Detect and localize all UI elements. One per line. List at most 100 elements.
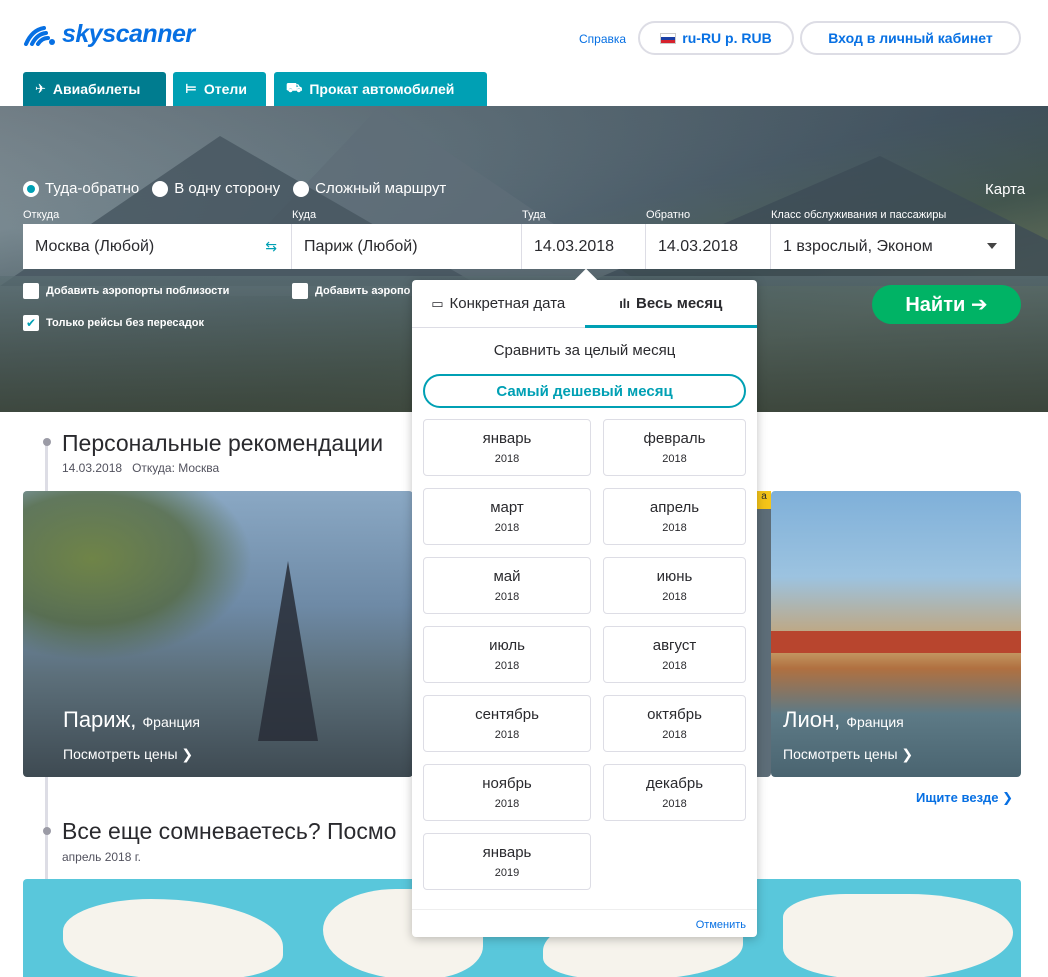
- card-city: Лион, Франция: [783, 707, 904, 733]
- month-year: 2018: [494, 591, 520, 603]
- search-everywhere-link[interactable]: Ищите везде ❯: [916, 790, 1013, 806]
- card-country: Франция: [142, 714, 200, 730]
- destination-card-lyon[interactable]: Лион, Франция Посмотреть цены ❯: [771, 491, 1021, 777]
- search-button[interactable]: Найти ➔: [872, 285, 1021, 324]
- direct-only-label: Только рейсы без пересадок: [46, 317, 204, 329]
- help-link[interactable]: Справка: [579, 32, 626, 46]
- month-name: ноябрь: [482, 775, 532, 792]
- tab-car-rental[interactable]: ⛟ Прокат автомобилей: [274, 72, 487, 106]
- month-button[interactable]: август 2018: [603, 626, 746, 683]
- doubt-subtitle: апрель 2018 г.: [62, 850, 141, 864]
- month-name: июль: [489, 637, 525, 654]
- brand-name: skyscanner: [62, 20, 195, 48]
- radio-one-way-label: В одну сторону: [174, 180, 281, 197]
- cheapest-month-label: Самый дешевый месяц: [496, 382, 673, 400]
- month-year: 2018: [494, 453, 520, 465]
- month-year: 2018: [662, 729, 687, 741]
- nearby-to-checkbox[interactable]: Добавить аэропо: [292, 283, 410, 299]
- month-button[interactable]: июнь 2018: [603, 557, 746, 614]
- tab-whole-month-label: Весь месяц: [636, 295, 723, 312]
- tab-car-rental-label: Прокат автомобилей: [309, 81, 455, 97]
- view-prices-link[interactable]: Посмотреть цены ❯: [783, 746, 913, 763]
- month-button[interactable]: май 2018: [423, 557, 591, 614]
- month-button[interactable]: февраль 2018: [603, 419, 746, 476]
- compare-caption: Сравнить за целый месяц: [493, 342, 676, 359]
- direct-only-checkbox[interactable]: ✔ Только рейсы без пересадок: [23, 315, 204, 331]
- return-value: 14.03.2018: [658, 237, 739, 255]
- radio-round-trip[interactable]: Туда-обратно: [23, 180, 139, 197]
- nearby-from-checkbox[interactable]: Добавить аэропорты поблизости: [23, 283, 229, 299]
- radio-empty-icon: [293, 180, 310, 197]
- month-name: октябрь: [647, 706, 702, 723]
- month-name: июнь: [656, 568, 693, 585]
- month-year: 2018: [662, 798, 687, 810]
- month-grid: январь 2018 февраль 2018 март 2018 апрель 20…: [423, 419, 746, 890]
- radio-one-way[interactable]: В одну сторону: [152, 180, 280, 197]
- month-year: 2018: [494, 522, 520, 534]
- return-date-field[interactable]: 14.03.2018: [646, 224, 771, 269]
- month-button[interactable]: январь 2018: [423, 419, 591, 476]
- login-button[interactable]: Вход в личный кабинет: [800, 21, 1021, 55]
- tab-hotels[interactable]: ⊨ Отели: [173, 72, 266, 106]
- from-value: Москва (Любой): [35, 237, 155, 255]
- month-button[interactable]: октябрь 2018: [603, 695, 746, 752]
- month-button[interactable]: март 2018: [423, 488, 591, 545]
- recommendations-origin: Откуда: Москва: [132, 461, 220, 475]
- card-country: Франция: [846, 714, 904, 730]
- depart-label: Туда: [522, 209, 546, 221]
- russia-flag-icon: [660, 32, 677, 44]
- locale-button[interactable]: ru-RU р. RUB: [638, 21, 794, 55]
- cancel-button[interactable]: Отменить: [696, 919, 746, 931]
- timeline-dot: [43, 438, 51, 446]
- bed-icon: ⊨: [185, 81, 197, 96]
- tab-specific-date[interactable]: ▭ Конкретная дата: [412, 280, 585, 327]
- map-link[interactable]: Карта: [985, 181, 1025, 198]
- locale-label: ru-RU р. RUB: [682, 30, 772, 46]
- class-label: Класс обслуживания и пассажиры: [771, 209, 947, 221]
- logo[interactable]: skyscanner: [22, 20, 195, 49]
- month-name: январь: [482, 430, 532, 447]
- month-year: 2018: [494, 798, 520, 810]
- date-picker-panel: ▭ Конкретная дата ılı Весь месяц Сравнит…: [412, 280, 757, 937]
- card-city-name: Лион,: [783, 707, 841, 732]
- nearby-from-label: Добавить аэропорты поблизости: [46, 285, 230, 297]
- month-year: 2018: [662, 660, 687, 672]
- destination-card-paris[interactable]: Париж, Франция Посмотреть цены ❯: [23, 491, 413, 777]
- recommendations-subtitle: 14.03.2018 Откуда: Москва: [62, 461, 219, 475]
- depart-date-field[interactable]: 14.03.2018: [522, 224, 646, 269]
- to-field[interactable]: Париж (Любой): [292, 224, 522, 269]
- swap-icon[interactable]: ⇆: [265, 238, 277, 255]
- plane-icon: ✈: [35, 81, 46, 96]
- tab-flights[interactable]: ✈ Авиабилеты: [23, 72, 166, 106]
- month-button[interactable]: декабрь 2018: [603, 764, 746, 821]
- tab-hotels-label: Отели: [203, 81, 247, 97]
- month-button[interactable]: сентябрь 2018: [423, 695, 591, 752]
- from-label: Откуда: [23, 209, 60, 221]
- tab-whole-month[interactable]: ılı Весь месяц: [584, 280, 758, 328]
- cabin-class-select[interactable]: 1 взрослый, Эконом: [771, 224, 1015, 269]
- month-button[interactable]: январь 2019: [423, 833, 591, 890]
- header: skyscanner Справка ru-RU р. RUB Вход в л…: [0, 0, 1048, 70]
- to-label: Куда: [292, 209, 317, 221]
- radio-multi-city[interactable]: Сложный маршрут: [293, 180, 446, 197]
- cabin-class-value: 1 взрослый, Эконом: [783, 237, 933, 255]
- cheapest-month-button[interactable]: Самый дешевый месяц: [423, 374, 746, 408]
- radio-round-trip-label: Туда-обратно: [45, 180, 140, 197]
- month-button[interactable]: ноябрь 2018: [423, 764, 591, 821]
- recommendations-date: 14.03.2018: [62, 461, 123, 475]
- month-name: май: [493, 568, 521, 585]
- timeline-dot: [43, 827, 51, 835]
- bar-chart-icon: ılı: [619, 296, 631, 311]
- card-city-name: Париж,: [63, 707, 137, 732]
- month-button[interactable]: июль 2018: [423, 626, 591, 683]
- radio-multi-city-label: Сложный маршрут: [315, 180, 447, 197]
- month-name: март: [490, 499, 524, 516]
- view-prices-link[interactable]: Посмотреть цены ❯: [63, 746, 193, 763]
- card-badge: а: [757, 491, 771, 509]
- month-year: 2018: [494, 660, 520, 672]
- date-picker-tabs: ▭ Конкретная дата ılı Весь месяц: [412, 280, 757, 328]
- checkbox-empty-icon: [292, 283, 308, 299]
- from-field[interactable]: Москва (Любой) ⇆: [23, 224, 292, 269]
- month-button[interactable]: апрель 2018: [603, 488, 746, 545]
- tab-flights-label: Авиабилеты: [52, 81, 141, 97]
